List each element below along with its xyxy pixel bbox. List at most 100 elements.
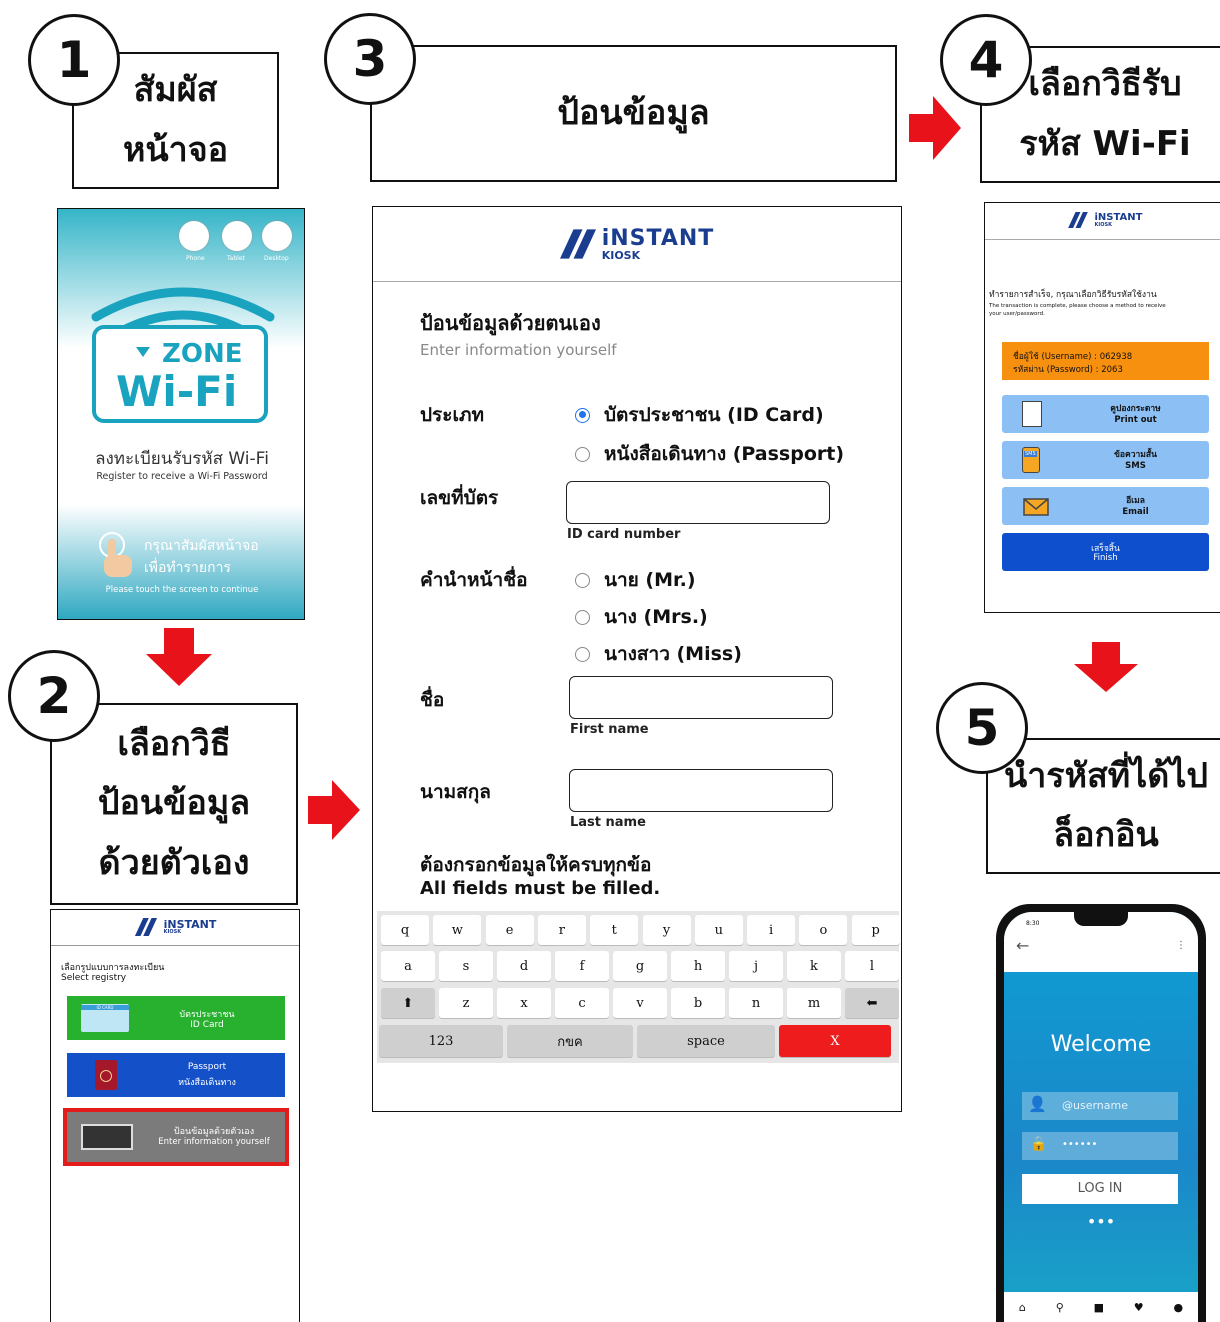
key-g[interactable]: g (613, 951, 667, 981)
username-placeholder: @username (1062, 1099, 1128, 1112)
form-heading-en: Enter information yourself (420, 341, 617, 359)
idnum-input[interactable] (566, 481, 830, 524)
login-label: LOG IN (1077, 1181, 1123, 1196)
key-x[interactable]: x (497, 988, 551, 1018)
first-name-input[interactable] (569, 676, 833, 719)
type-option-passport-label: หนังสือเดินทาง (Passport) (604, 443, 845, 465)
passport-button[interactable]: Passport หนังสือเดินทาง (67, 1053, 285, 1097)
key-r[interactable]: r (537, 915, 586, 945)
step4-line1: เลือกวิธีรับ (1028, 64, 1182, 104)
key-n[interactable]: n (729, 988, 783, 1018)
key-thai-layout[interactable]: กขค (507, 1025, 633, 1057)
key-q[interactable]: q (381, 915, 429, 945)
home-icon[interactable]: ⌂ (1019, 1301, 1026, 1314)
back-arrow-icon[interactable]: ← (1016, 936, 1029, 955)
header-divider-4 (985, 239, 1220, 240)
radio-icon[interactable] (575, 609, 590, 625)
key-m[interactable]: m (787, 988, 841, 1018)
key-h[interactable]: h (671, 951, 725, 981)
type-option-idcard[interactable]: บัตรประชาชน (ID Card) (575, 400, 824, 430)
smartphone: 8:30 ← ⋮ Welcome 👤 @username 🔒 •••••• LO… (996, 904, 1206, 1322)
key-w[interactable]: w (433, 915, 482, 945)
key-u[interactable]: u (694, 915, 743, 945)
key-o[interactable]: o (799, 915, 848, 945)
logo-small-sub: KIOSK (1094, 221, 1112, 228)
id-card-icon-label: ID CARD (81, 1005, 129, 1010)
loading-dots: ••• (1086, 1212, 1116, 1231)
arrow-down-1 (146, 628, 212, 686)
add-icon[interactable]: ■ (1094, 1301, 1104, 1314)
key-v[interactable]: v (613, 988, 667, 1018)
more-menu-icon[interactable]: ⋮ (1176, 940, 1186, 951)
touch-instruction-th2: เพื่อทำรายการ (144, 560, 231, 576)
heart-icon[interactable]: ♥ (1134, 1301, 1144, 1314)
title-option-mr[interactable]: นาย (Mr.) (575, 565, 696, 595)
key-shift[interactable]: ⬆ (381, 988, 435, 1018)
user-icon: 👤 (1028, 1095, 1047, 1113)
key-a[interactable]: a (381, 951, 435, 981)
password-field[interactable]: 🔒 •••••• (1022, 1132, 1178, 1160)
last-name-label: นามสกุล (420, 781, 491, 803)
key-j[interactable]: j (729, 951, 783, 981)
username-line: ชื่อผู้ใช้ (Username) : 062938 (1013, 352, 1133, 362)
key-f[interactable]: f (555, 951, 609, 981)
passport-label-th: หนังสือเดินทาง (178, 1078, 236, 1088)
register-title-en: Register to receive a Wi-Fi Password (96, 471, 268, 482)
enter-manually-en: Enter information yourself (158, 1137, 270, 1147)
passport-icon (95, 1060, 117, 1090)
title-option-miss[interactable]: นางสาว (Miss) (575, 639, 742, 669)
sms-icon-label: SMS (1024, 451, 1037, 457)
key-z[interactable]: z (439, 988, 493, 1018)
type-option-passport[interactable]: หนังสือเดินทาง (Passport) (575, 439, 844, 469)
finish-button[interactable]: เสร็จสิ้น Finish (1002, 533, 1209, 571)
print-out-button[interactable]: คูปองกระดาษ Print out (1002, 395, 1209, 433)
email-button[interactable]: อีเมล Email (1002, 487, 1209, 525)
key-y[interactable]: y (642, 915, 691, 945)
key-e[interactable]: e (485, 915, 534, 945)
sms-button[interactable]: SMS ข้อความสั้น SMS (1002, 441, 1209, 479)
kiosk-logo-large-icon (559, 229, 596, 259)
radio-icon[interactable] (575, 446, 590, 462)
type-label: ประเภท (420, 404, 485, 426)
passport-label-en: Passport (187, 1062, 227, 1072)
radio-icon[interactable] (575, 572, 590, 588)
key-c[interactable]: c (555, 988, 609, 1018)
kiosk-welcome-screen[interactable]: Phone Tablet Desktop ZONE Wi-Fi ลงทะเบีย… (57, 208, 305, 620)
kiosk-logo-large: iNSTANT KIOSK (373, 227, 901, 261)
password-line: รหัสผ่าน (Password) : 2063 (1013, 365, 1123, 375)
profile-icon[interactable]: ● (1173, 1301, 1183, 1314)
last-name-input[interactable] (569, 769, 833, 812)
radio-icon[interactable] (575, 646, 590, 662)
key-l[interactable]: l (845, 951, 899, 981)
id-card-label-th: บัตรประชาชน (179, 1010, 235, 1020)
device-label-tablet: Tablet (227, 255, 245, 262)
id-card-label-en: ID Card (190, 1020, 224, 1030)
header-divider (51, 945, 299, 946)
key-d[interactable]: d (497, 951, 551, 981)
key-backspace[interactable]: ⬅ (845, 988, 899, 1018)
key-i[interactable]: i (747, 915, 796, 945)
key-space[interactable]: space (637, 1025, 775, 1057)
key-t[interactable]: t (590, 915, 639, 945)
phone-status-bar: 8:30 ← ⋮ (1004, 912, 1198, 972)
username-field[interactable]: 👤 @username (1022, 1092, 1178, 1120)
key-s[interactable]: s (439, 951, 493, 981)
id-card-button[interactable]: ID CARD บัตรประชาชน ID Card (67, 996, 285, 1040)
title-option-mrs[interactable]: นาง (Mrs.) (575, 602, 708, 632)
key-k[interactable]: k (787, 951, 841, 981)
select-registry-en: Select registry (61, 973, 127, 983)
complete-message-en1: The transaction is complete, please choo… (989, 303, 1166, 309)
key-close[interactable]: X (779, 1025, 891, 1057)
radio-selected-icon[interactable] (575, 407, 590, 423)
enter-manually-button[interactable]: ป้อนข้อมูลด้วยตัวเอง Enter information y… (63, 1108, 289, 1166)
arrow-down-2 (1074, 642, 1138, 692)
step4-number: 4 (940, 14, 1032, 106)
touch-instruction-th1: กรุณาสัมผัสหน้าจอ (144, 538, 259, 554)
key-123[interactable]: 123 (379, 1025, 503, 1057)
key-b[interactable]: b (671, 988, 725, 1018)
key-p[interactable]: p (851, 915, 900, 945)
login-button[interactable]: LOG IN (1022, 1174, 1178, 1204)
search-icon[interactable]: ⚲ (1056, 1301, 1064, 1314)
sms-label-th: ข้อความสั้น (1114, 450, 1157, 460)
idnum-hint: ID card number (567, 527, 681, 542)
